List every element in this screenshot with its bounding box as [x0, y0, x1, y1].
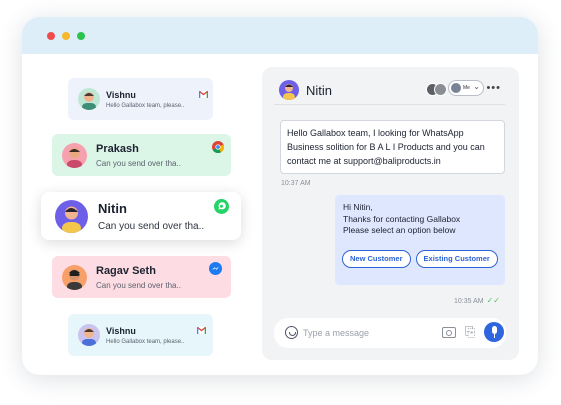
message-line: Hello Gallabox team, I looking for Whats… — [287, 128, 464, 138]
contact-snippet: Can you send over tha.. — [96, 280, 181, 290]
chat-header: Nitin Me ⌄ ••• — [274, 77, 505, 105]
outgoing-message: Hi Nitin, Thanks for contacting Gallabox… — [335, 195, 505, 285]
avatar — [451, 83, 461, 93]
title-bar — [22, 17, 538, 54]
minimize-window-button[interactable] — [62, 32, 70, 40]
chevron-down-icon: ⌄ — [473, 82, 480, 91]
message-input[interactable]: Type a message — [303, 328, 369, 338]
contact-avatar — [279, 80, 299, 100]
contact-card-vishnu-1[interactable]: Vishnu Hello Gallabox team, please.. — [68, 78, 213, 120]
microphone-button[interactable] — [484, 322, 504, 342]
avatar — [62, 142, 87, 168]
new-customer-button[interactable]: New Customer — [342, 250, 411, 268]
contact-card-prakash[interactable]: Prakash Can you send over tha.. — [52, 134, 231, 176]
contact-name: Vishnu — [106, 89, 136, 100]
chat-panel: Nitin Me ⌄ ••• Hello Gallabox team, I lo… — [262, 67, 519, 360]
timestamp-text: 10:35 AM — [454, 298, 484, 305]
emoji-icon[interactable] — [285, 326, 298, 339]
whatsapp-icon — [214, 199, 229, 219]
assignee-label: Me — [463, 85, 470, 91]
contact-snippet: Hello Gallabox team, please.. — [106, 338, 185, 345]
contact-card-nitin[interactable]: Nitin Can you send over tha.. — [41, 192, 241, 240]
assignee-dropdown[interactable]: Me ⌄ — [448, 80, 484, 96]
avatar — [78, 324, 100, 346]
chrome-icon — [212, 140, 225, 158]
incoming-timestamp: 10:37 AM — [281, 180, 311, 187]
contact-snippet: Hello Gallabox team, please.. — [106, 102, 185, 109]
message-line: Hi Nitin, — [343, 202, 373, 212]
gmail-icon — [198, 85, 209, 103]
assigned-agents-avatars[interactable] — [426, 83, 448, 97]
message-line: Please select an option below — [343, 225, 456, 235]
double-check-icon: ✓✓ — [486, 296, 500, 305]
maximize-window-button[interactable] — [77, 32, 85, 40]
gmail-icon — [196, 321, 207, 339]
avatar — [55, 199, 88, 233]
camera-icon[interactable] — [442, 327, 456, 338]
outgoing-timestamp: 10:35 AM ✓✓ — [454, 296, 500, 305]
message-composer: Type a message ⎘ — [274, 318, 506, 348]
more-options-icon[interactable]: ••• — [486, 82, 501, 94]
contact-name: Prakash — [96, 142, 139, 155]
chat-contact-name: Nitin — [306, 83, 333, 98]
existing-customer-button[interactable]: Existing Customer — [415, 250, 498, 268]
avatar — [78, 88, 100, 110]
contact-card-vishnu-2[interactable]: Vishnu Hello Gallabox team, please.. — [68, 314, 213, 356]
avatar — [62, 264, 87, 290]
incoming-message: Hello Gallabox team, I looking for Whats… — [280, 120, 505, 174]
contact-snippet: Can you send over tha.. — [96, 158, 181, 168]
contact-snippet: Can you send over tha.. — [98, 220, 205, 232]
message-line: contact me at support@baliproducts.in — [287, 156, 441, 166]
contact-name: Ragav Seth — [96, 264, 156, 277]
contact-name: Nitin — [98, 200, 127, 216]
close-window-button[interactable] — [47, 32, 55, 40]
contact-name: Vishnu — [106, 325, 136, 336]
contact-card-ragav-seth[interactable]: Ragav Seth Can you send over tha.. — [52, 256, 231, 298]
messenger-icon — [209, 262, 222, 280]
message-line: Business solition for B A L I Products a… — [287, 142, 485, 152]
message-line: Thanks for contacting Gallabox — [343, 213, 461, 224]
attachment-icon[interactable]: ⎘ — [465, 324, 475, 340]
